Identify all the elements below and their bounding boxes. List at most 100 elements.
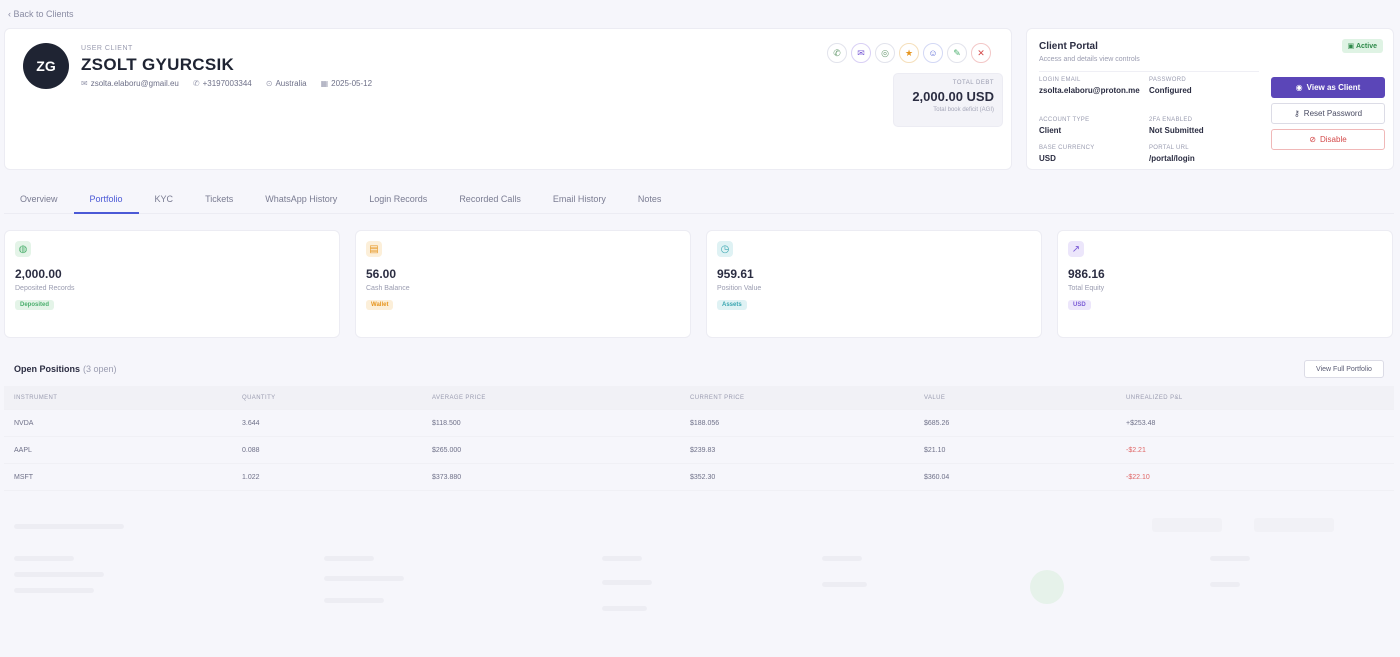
location-icon: ⊙ <box>265 79 273 88</box>
disable-label: Disable <box>1320 135 1347 144</box>
portal-field-value: USD <box>1039 154 1056 163</box>
client-tabs: Overview Portfolio KYC Tickets WhatsApp … <box>4 186 1394 214</box>
placeholder-button <box>1152 518 1222 532</box>
placeholder-line <box>14 524 124 529</box>
edit-icon[interactable]: ✎ <box>947 43 967 63</box>
placeholder-line <box>14 556 74 561</box>
cell-value: $21.10 <box>924 446 946 454</box>
stat-value: 959.61 <box>717 267 754 281</box>
stat-card-deposits: ◍ 2,000.00 Deposited Records Deposited <box>4 230 340 338</box>
stat-card-position-value: ◷ 959.61 Position Value Assets <box>706 230 1042 338</box>
client-name: ZSOLT GYURCSIK <box>81 55 235 74</box>
client-phone-item[interactable]: ✆ +3197003344 <box>193 79 252 88</box>
portal-field-value: Client <box>1039 126 1062 135</box>
eye-icon: ◉ <box>1295 83 1303 92</box>
view-as-client-label: View as Client <box>1306 83 1361 92</box>
stat-chip: USD <box>1068 300 1091 310</box>
placeholder-line <box>602 606 647 611</box>
column-header[interactable]: INSTRUMENT <box>14 395 242 401</box>
total-debt-label: TOTAL DEBT <box>952 80 994 86</box>
tab-kyc[interactable]: KYC <box>139 186 190 214</box>
portal-badge-text: Active <box>1355 43 1377 50</box>
table-row[interactable]: MSFT 1.022 $373.880 $352.30 $360.04 -$22… <box>4 464 1394 491</box>
client-email-item[interactable]: ✉ zsolta.elaboru@gmail.eu <box>81 79 179 88</box>
placeholder-line <box>822 556 862 561</box>
cell-average-price: $265.000 <box>432 446 462 454</box>
view-as-client-button[interactable]: ◉ View as Client <box>1271 77 1385 98</box>
client-header-card: ZG USER CLIENT ZSOLT GYURCSIK ✉ zsolta.el… <box>4 28 1012 170</box>
tab-email-history[interactable]: Email History <box>537 186 622 214</box>
portal-account-type: ACCOUNT TYPE Client <box>1039 117 1139 136</box>
cell-quantity: 3.644 <box>242 419 260 427</box>
stat-chip: Assets <box>717 300 747 310</box>
placeholder-line <box>1210 556 1250 561</box>
lower-section-placeholder <box>4 510 1394 650</box>
mail-icon: ✉ <box>81 79 88 88</box>
cell-value: $685.26 <box>924 419 950 427</box>
positions-count: (3 open) <box>83 364 117 374</box>
disable-portal-button[interactable]: ⊘ Disable <box>1271 129 1385 150</box>
cell-average-price: $118.500 <box>432 419 461 427</box>
tab-whatsapp-history[interactable]: WhatsApp History <box>249 186 353 214</box>
reset-password-label: Reset Password <box>1303 109 1363 118</box>
portal-field-label: ACCOUNT TYPE <box>1039 117 1090 123</box>
portal-field-label: BASE CURRENCY <box>1039 145 1095 151</box>
message-icon[interactable]: ✉ <box>851 43 871 63</box>
delete-icon[interactable]: ✕ <box>971 43 991 63</box>
tab-overview[interactable]: Overview <box>4 186 74 214</box>
stat-value: 56.00 <box>366 267 397 281</box>
placeholder-line <box>324 556 374 561</box>
portal-field-value: zsolta.elaboru@proton.me <box>1039 86 1140 95</box>
column-header[interactable]: UNREALIZED P&L <box>1126 395 1326 401</box>
portal-2fa: 2FA ENABLED Not Submitted <box>1149 117 1249 136</box>
portal-title: Client Portal <box>1039 41 1098 52</box>
call-icon[interactable]: ✆ <box>827 43 847 63</box>
user-icon[interactable]: ☺ <box>923 43 943 63</box>
stat-label: Cash Balance <box>366 285 410 292</box>
portal-field-label: 2FA ENABLED <box>1149 117 1193 123</box>
client-date: 2025-05-12 <box>331 79 373 88</box>
view-full-portfolio-button[interactable]: View Full Portfolio <box>1304 360 1384 378</box>
cell-average-price: $373.880 <box>432 473 462 481</box>
column-header[interactable]: VALUE <box>924 395 1126 401</box>
tab-portfolio[interactable]: Portfolio <box>73 186 139 214</box>
positions-table: INSTRUMENT QUANTITY AVERAGE PRICE CURREN… <box>4 386 1394 491</box>
cell-current-price: $352.30 <box>690 473 716 481</box>
tab-tickets[interactable]: Tickets <box>189 186 249 214</box>
placeholder-line <box>822 582 867 587</box>
client-portal-card: Client Portal Access and details view co… <box>1026 28 1394 170</box>
placeholder-line <box>14 588 94 593</box>
portal-field-label: PORTAL URL <box>1149 145 1189 151</box>
portal-login-email: LOGIN EMAIL zsolta.elaboru@proton.me <box>1039 77 1140 96</box>
calendar-icon: ▦ <box>320 79 329 88</box>
total-debt-sub: Total book deficit (AGI) <box>933 107 994 113</box>
client-date-item: ▦ 2025-05-12 <box>321 79 372 88</box>
cell-current-price: $188.056 <box>690 419 720 427</box>
cell-current-price: $239.83 <box>690 446 716 454</box>
column-header[interactable]: CURRENT PRICE <box>690 395 924 401</box>
tab-login-records[interactable]: Login Records <box>353 186 443 214</box>
whatsapp-icon[interactable]: ◎ <box>875 43 895 63</box>
key-icon: ⚷ <box>1293 109 1300 118</box>
stat-card-total-equity: ↗ 986.16 Total Equity USD <box>1057 230 1393 338</box>
column-header[interactable]: AVERAGE PRICE <box>432 395 690 401</box>
tab-recorded-calls[interactable]: Recorded Calls <box>443 186 537 214</box>
cell-quantity: 1.022 <box>242 473 260 481</box>
stat-chip: Deposited <box>15 300 55 310</box>
table-row[interactable]: AAPL 0.088 $265.000 $239.83 $21.10 -$2.2… <box>4 437 1394 464</box>
column-header[interactable]: QUANTITY <box>242 395 432 401</box>
cell-pnl: +$253.48 <box>1126 419 1156 427</box>
placeholder-line <box>602 556 642 561</box>
tab-notes[interactable]: Notes <box>622 186 678 214</box>
placeholder-line <box>324 598 384 603</box>
table-row[interactable]: NVDA 3.644 $118.500 $188.056 $685.26 +$2… <box>4 410 1394 437</box>
cell-value: $360.04 <box>924 473 950 481</box>
stat-value: 2,000.00 <box>15 267 62 281</box>
reset-password-button[interactable]: ⚷ Reset Password <box>1271 103 1385 124</box>
portal-field-value: Not Submitted <box>1149 126 1204 135</box>
star-icon[interactable]: ★ <box>899 43 919 63</box>
total-debt-value: 2,000.00 USD <box>912 89 994 104</box>
client-country-item: ⊙ Australia <box>266 79 307 88</box>
wallet-icon: ▤ <box>366 241 382 257</box>
back-to-clients-link[interactable]: ‹ Back to Clients <box>8 9 74 19</box>
